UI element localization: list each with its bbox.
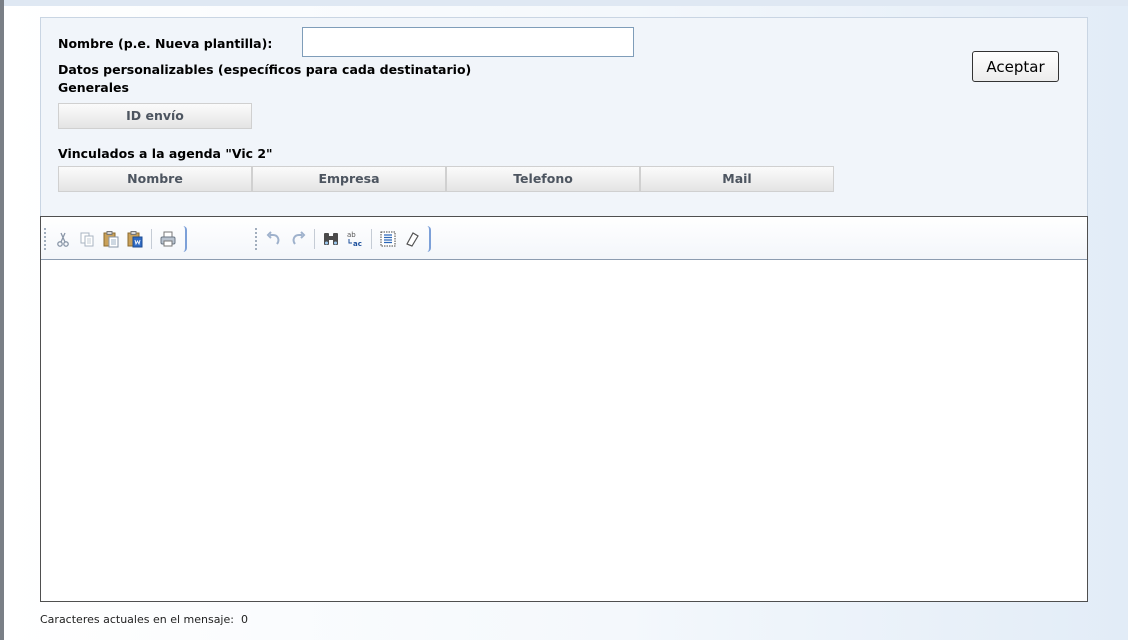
toolbar-group-end: [426, 226, 431, 252]
toolbar-grip[interactable]: [254, 227, 258, 251]
select-all-icon[interactable]: [377, 228, 399, 250]
field-mail[interactable]: Mail: [640, 166, 834, 192]
remove-format-icon[interactable]: [401, 228, 423, 250]
field-telefono[interactable]: Telefono: [446, 166, 640, 192]
field-empresa[interactable]: Empresa: [252, 166, 446, 192]
agenda-fields: Nombre Empresa Telefono Mail: [58, 166, 834, 192]
svg-text:ab: ab: [347, 231, 356, 239]
find-icon[interactable]: [320, 228, 342, 250]
undo-icon[interactable]: [263, 228, 285, 250]
toolbar-group-edit: [43, 225, 187, 253]
agenda-title: Vinculados a la agenda "Vic 2": [58, 146, 273, 161]
editor-toolbar: ab ac: [41, 217, 1087, 260]
redo-icon[interactable]: [287, 228, 309, 250]
name-input[interactable]: [302, 27, 634, 57]
paste-word-icon[interactable]: [124, 228, 146, 250]
cut-icon[interactable]: [52, 228, 74, 250]
left-border: [0, 0, 4, 640]
char-counter: Caracteres actuales en el mensaje: 0: [40, 613, 248, 626]
custom-data-title: Datos personalizables (específicos para …: [58, 62, 472, 77]
copy-icon[interactable]: [76, 228, 98, 250]
message-textarea[interactable]: [41, 260, 1087, 601]
message-editor: ab ac: [40, 216, 1088, 602]
toolbar-group-end: [182, 226, 187, 252]
accept-button[interactable]: Aceptar: [972, 51, 1059, 82]
toolbar-separator: [314, 229, 315, 249]
print-icon[interactable]: [157, 228, 179, 250]
toolbar-grip[interactable]: [43, 227, 47, 251]
name-label: Nombre (p.e. Nueva plantilla):: [58, 36, 273, 51]
toolbar-separator: [151, 229, 152, 249]
field-id-envio[interactable]: ID envío: [58, 103, 252, 129]
toolbar-separator: [371, 229, 372, 249]
top-strip: [4, 0, 1128, 6]
general-title: Generales: [58, 80, 129, 95]
field-nombre[interactable]: Nombre: [58, 166, 252, 192]
svg-text:ac: ac: [353, 240, 362, 248]
paste-icon[interactable]: [100, 228, 122, 250]
replace-icon[interactable]: ab ac: [344, 228, 366, 250]
toolbar-group-tools: ab ac: [254, 225, 431, 253]
char-count-value: 0: [240, 613, 248, 626]
char-count-label: Caracteres actuales en el mensaje:: [40, 613, 234, 626]
template-fields-panel: Nombre (p.e. Nueva plantilla): Datos per…: [40, 17, 1088, 216]
